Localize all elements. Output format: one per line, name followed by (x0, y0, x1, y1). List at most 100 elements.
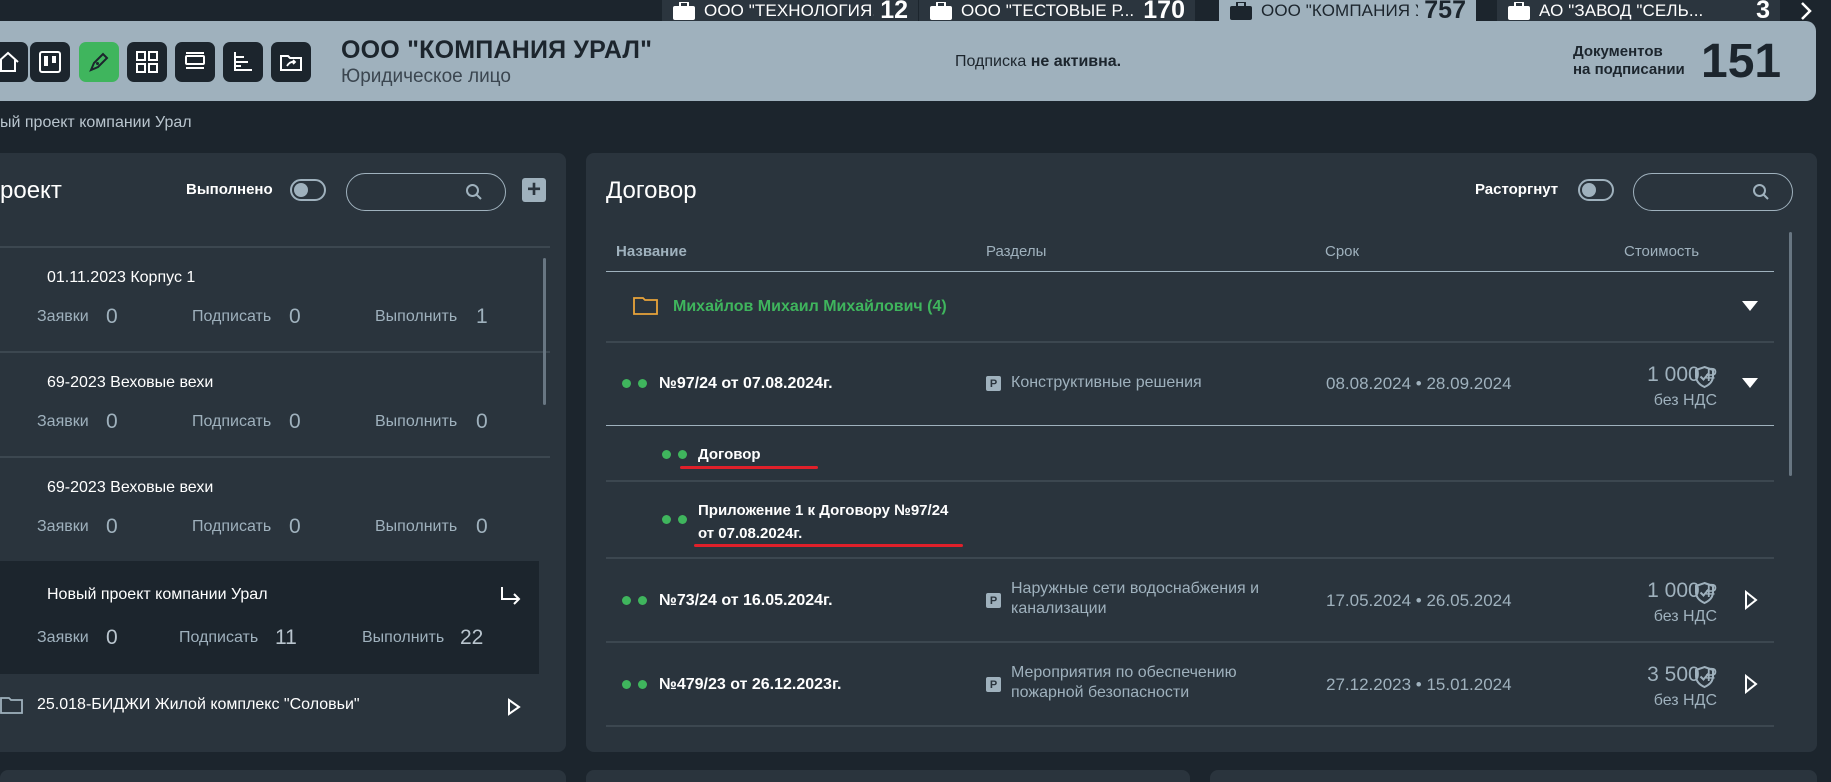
chevron-down-icon[interactable] (1741, 377, 1759, 389)
column-sections[interactable]: Разделы (986, 243, 1046, 260)
status-dot (678, 450, 687, 459)
subdoc-name: Приложение 1 к Договору №97/24 от 07.08.… (698, 499, 948, 545)
status-dot (638, 596, 647, 605)
status-dot (678, 515, 687, 524)
subdoc-row[interactable]: Договор (606, 426, 1774, 480)
column-name[interactable]: Название (616, 243, 687, 260)
company-tabs: ООО "ТЕХНОЛОГИЯ... 12 ООО "ТЕСТОВЫЕ Р...… (0, 0, 1831, 24)
terminated-toggle-label: Расторгнут (1475, 181, 1559, 198)
docs-on-signing-count[interactable]: 151 (1701, 34, 1781, 89)
contracts-scrollbar[interactable] (1789, 232, 1792, 476)
docs-label-line1: Документов (1573, 43, 1663, 60)
contracts-search-input[interactable] (1633, 173, 1793, 211)
sign-count: 0 (289, 410, 301, 433)
requests-count: 0 (106, 626, 118, 649)
section-badge: Р (986, 376, 1001, 391)
list-button[interactable] (175, 42, 215, 82)
company-tab-name: АО "ЗАВОД "СЕЛЬ... (1539, 0, 1704, 20)
briefcase-icon (929, 2, 953, 20)
status-dot (638, 680, 647, 689)
status-dot (622, 680, 631, 689)
subscription-value: не активна. (1030, 53, 1122, 70)
section-badge: Р (986, 593, 1001, 608)
requests-label: Заявки (37, 629, 89, 646)
terminated-toggle[interactable] (1578, 179, 1614, 201)
execute-count: 22 (460, 626, 484, 649)
status-dot (622, 379, 631, 388)
project-card[interactable]: 69-2023 Веховые вехи Заявки 0 Подписать … (0, 456, 550, 561)
projects-scrollbar[interactable] (543, 258, 546, 405)
column-cost[interactable]: Стоимость (1624, 243, 1699, 260)
tabs-next-button[interactable] (1780, 0, 1831, 21)
subdoc-row[interactable]: Приложение 1 к Договору №97/24 от 07.08.… (606, 482, 1774, 558)
company-tab-3-active[interactable]: ООО "КОМПАНИЯ У... 757 (1218, 0, 1476, 23)
plus-icon: + (526, 176, 541, 203)
contract-period: 17.05.2024 • 26.05.2024 (1326, 591, 1512, 610)
project-folder-title: 25.018-БИДЖИ Жилой комплекс "Соловьи" (37, 696, 360, 713)
vat-note: без НДС (1653, 692, 1717, 709)
contract-row[interactable]: №97/24 от 07.08.2024г. Р Конструктивные … (606, 343, 1774, 425)
sign-count: 11 (275, 626, 297, 649)
grid-icon (136, 51, 158, 73)
sign-button[interactable] (79, 42, 119, 82)
price-value: 1 000 (1647, 579, 1700, 602)
breadcrumb[interactable]: ый проект компании Урал (0, 114, 192, 132)
project-title: 69-2023 Веховые вехи (47, 374, 214, 391)
status-dot (638, 379, 647, 388)
sign-count: 0 (289, 515, 301, 538)
project-card-selected[interactable]: Новый проект компании Урал Заявки 0 Подп… (0, 561, 539, 674)
projects-search-input[interactable] (346, 173, 506, 211)
tree-button[interactable] (223, 42, 263, 82)
projects-panel-title: роект (0, 177, 62, 204)
bottom-panel-right (1210, 770, 1817, 782)
folder-icon (0, 697, 23, 714)
kanban-icon (39, 51, 61, 73)
subscription-status: Подписка не активна. (955, 53, 1121, 71)
company-tab-count: 12 (880, 0, 908, 24)
status-dots (662, 450, 687, 459)
play-icon[interactable] (1744, 674, 1758, 694)
company-tab-name: ООО "КОМПАНИЯ У... (1261, 0, 1418, 20)
open-project-icon[interactable] (500, 585, 522, 605)
project-folder-item[interactable]: 25.018-БИДЖИ Жилой комплекс "Соловьи" (0, 688, 540, 724)
pen-icon (89, 52, 109, 72)
contract-row[interactable]: №73/24 от 16.05.2024г. Р Наружные сети в… (606, 559, 1774, 641)
grid-button[interactable] (127, 42, 167, 82)
kanban-button[interactable] (30, 42, 70, 82)
project-title: 69-2023 Веховые вехи (47, 479, 214, 496)
highlight-underline (694, 544, 963, 547)
company-tab-2[interactable]: ООО "ТЕСТОВЫЕ Р... 170 (918, 0, 1195, 24)
home-button[interactable] (0, 42, 28, 82)
section-line2: канализации (1011, 600, 1107, 617)
briefcase-icon (1229, 2, 1253, 20)
play-icon[interactable] (1744, 590, 1758, 610)
company-tab-1[interactable]: ООО "ТЕХНОЛОГИЯ... 12 (661, 0, 918, 24)
sign-count: 0 (289, 305, 301, 328)
contract-section: Конструктивные решения (1011, 374, 1202, 391)
sign-label: Подписать (179, 629, 259, 646)
docs-on-signing-label: Документов на подписании (1573, 43, 1685, 79)
shield-check-icon (1695, 365, 1714, 389)
bottom-panel-left (0, 770, 566, 782)
section-line2: пожарной безопасности (1011, 684, 1190, 701)
company-tab-name: ООО "ТЕСТОВЫЕ Р... (961, 0, 1135, 20)
company-tab-name: ООО "ТЕХНОЛОГИЯ... (704, 0, 875, 20)
completed-toggle[interactable] (290, 179, 326, 201)
execute-label: Выполнить (375, 413, 458, 430)
contract-period: 27.12.2023 • 15.01.2024 (1326, 675, 1512, 694)
project-card[interactable]: 01.11.2023 Корпус 1 Заявки 0 Подписать 0… (0, 246, 550, 351)
requests-count: 0 (106, 305, 118, 328)
status-dot (662, 515, 671, 524)
project-card[interactable]: 69-2023 Веховые вехи Заявки 0 Подписать … (0, 351, 550, 456)
shared-folder-button[interactable] (271, 42, 311, 82)
chevron-down-icon (1742, 301, 1758, 311)
contract-row[interactable]: №479/23 от 26.12.2023г. Р Мероприятия по… (606, 643, 1774, 725)
company-tab-4[interactable]: АО "ЗАВОД "СЕЛЬ... 3 (1496, 0, 1780, 23)
contract-folder-group[interactable]: Михайлов Михаил Михайлович (4) (606, 272, 1774, 342)
company-tab-count: 170 (1143, 0, 1185, 24)
docs-label-line2: на подписании (1573, 61, 1685, 78)
status-dot (622, 596, 631, 605)
add-project-button[interactable]: + (522, 178, 546, 202)
column-period[interactable]: Срок (1325, 243, 1359, 260)
shield-check-icon (1695, 665, 1714, 689)
